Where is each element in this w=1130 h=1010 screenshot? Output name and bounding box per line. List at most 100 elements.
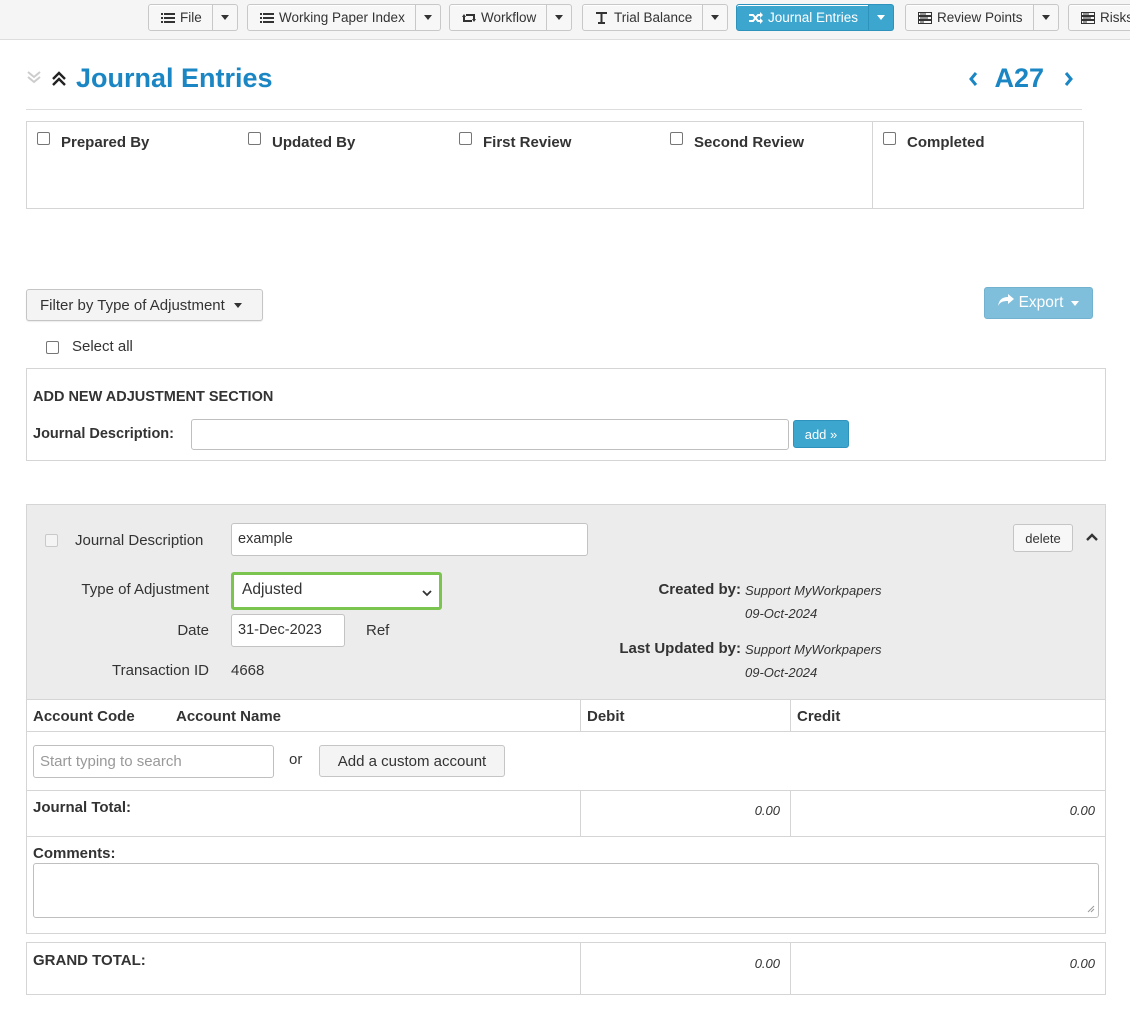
delete-button[interactable]: delete xyxy=(1013,524,1073,552)
prepared-by-checkbox[interactable] xyxy=(37,132,50,145)
select-all-label: Select all xyxy=(72,338,133,355)
journal-header: Journal Description example Type of Adju… xyxy=(27,505,1105,700)
ref-label: Ref xyxy=(366,622,390,639)
type-of-adjustment-value: Adjusted xyxy=(242,581,303,598)
add-journal-description-input[interactable] xyxy=(191,419,789,450)
created-by-name: Support MyWorkpapers xyxy=(745,583,882,598)
select-all[interactable]: Select all xyxy=(46,338,133,355)
working-paper-reference: A27 xyxy=(994,63,1044,93)
list-icon xyxy=(260,12,274,24)
updated-by-checkbox-label[interactable]: Updated By xyxy=(248,132,355,151)
journal-entries-label: Journal Entries xyxy=(768,10,859,25)
workflow-button[interactable]: Workflow xyxy=(449,4,548,31)
or-text: or xyxy=(289,751,303,768)
created-by-date: 09-Oct-2024 xyxy=(745,606,818,621)
journal-description-label: Journal Description xyxy=(75,532,204,549)
chevron-up-icon[interactable] xyxy=(1085,529,1099,546)
filter-by-type-dropdown[interactable]: Filter by Type of Adjustment xyxy=(26,289,263,321)
page-title: Journal Entries xyxy=(76,63,273,93)
working-paper-index-dropdown-toggle[interactable] xyxy=(415,4,441,31)
signoff-panel: Prepared By Updated By First Review Seco… xyxy=(26,121,1084,209)
workflow-menu: Workflow xyxy=(449,4,573,31)
list-icon xyxy=(161,12,175,24)
first-review-checkbox[interactable] xyxy=(459,132,472,145)
tasks-icon xyxy=(1081,11,1095,24)
shuffle-icon xyxy=(749,11,763,24)
debit-header-cell: Debit xyxy=(580,700,790,731)
journal-select-checkbox[interactable] xyxy=(45,534,58,547)
journal-total-debit-cell: 0.00 xyxy=(580,791,790,836)
prepared-by-label: Prepared By xyxy=(61,134,150,151)
date-label: Date xyxy=(177,622,209,639)
working-paper-index-button[interactable]: Working Paper Index xyxy=(247,4,416,31)
completed-checkbox[interactable] xyxy=(883,132,896,145)
tasks-icon xyxy=(918,11,932,24)
trial-balance-button[interactable]: Trial Balance xyxy=(582,4,704,31)
file-button[interactable]: File xyxy=(148,4,213,31)
last-updated-by-label: Last Updated by: xyxy=(619,640,741,657)
second-review-checkbox-label[interactable]: Second Review xyxy=(670,132,805,151)
first-review-label: First Review xyxy=(483,134,572,151)
account-search-row: Start typing to search or Add a custom a… xyxy=(27,732,1105,791)
second-review-checkbox[interactable] xyxy=(670,132,683,145)
caret-down-icon xyxy=(877,15,886,20)
signoff-second-review: Second Review xyxy=(660,122,872,208)
signoff-first-review: First Review xyxy=(449,122,660,208)
add-custom-account-button[interactable]: Add a custom account xyxy=(319,745,505,777)
journal-total-credit-cell: 0.00 xyxy=(790,791,1105,836)
risks-menu: Risks xyxy=(1068,4,1130,31)
journal-entries-dropdown-toggle[interactable] xyxy=(869,4,895,31)
completed-checkbox-label[interactable]: Completed xyxy=(883,132,985,151)
journal-entry-block: Journal Description example Type of Adju… xyxy=(26,504,1106,934)
file-dropdown-toggle[interactable] xyxy=(212,4,238,31)
trial-balance-menu: Trial Balance xyxy=(582,4,729,31)
select-all-checkbox[interactable] xyxy=(46,341,59,354)
grand-total-credit-cell: 0.00 xyxy=(790,943,1105,994)
retweet-icon xyxy=(462,12,476,24)
caret-down-icon xyxy=(1041,15,1050,20)
workflow-label: Workflow xyxy=(481,10,537,25)
journal-table-header: Account Code Account Name Debit Credit xyxy=(27,700,1105,732)
comments-textarea[interactable] xyxy=(33,863,1099,918)
credit-header-cell: Credit xyxy=(790,700,1105,731)
previous-page-icon[interactable] xyxy=(968,72,978,90)
prepared-by-checkbox-label[interactable]: Prepared By xyxy=(37,132,150,151)
debit-header: Debit xyxy=(587,708,625,725)
review-points-menu: Review Points xyxy=(905,4,1059,31)
journal-total-row: Journal Total: 0.00 0.00 xyxy=(27,791,1105,837)
caret-down-icon xyxy=(1071,300,1080,306)
file-label: File xyxy=(180,10,202,25)
file-menu: File xyxy=(148,4,238,31)
resize-handle-icon[interactable] xyxy=(1087,900,1095,917)
last-updated-by-date: 09-Oct-2024 xyxy=(745,665,818,680)
date-input[interactable]: 31-Dec-2023 xyxy=(231,614,345,647)
journal-description-input[interactable]: example xyxy=(231,523,588,556)
export-label: Export xyxy=(1018,294,1064,311)
first-review-checkbox-label[interactable]: First Review xyxy=(459,132,572,151)
created-by-label: Created by: xyxy=(658,581,741,598)
trial-balance-dropdown-toggle[interactable] xyxy=(703,4,729,31)
comments-label: Comments: xyxy=(33,845,116,862)
risks-button[interactable]: Risks xyxy=(1068,4,1130,31)
export-button[interactable]: Export xyxy=(984,287,1093,319)
risks-label: Risks xyxy=(1100,10,1130,25)
second-review-label: Second Review xyxy=(694,134,805,151)
completed-label: Completed xyxy=(907,134,985,151)
caret-down-icon xyxy=(220,15,229,20)
add-section-title: ADD NEW ADJUSTMENT SECTION xyxy=(33,389,274,405)
journal-entries-button[interactable]: Journal Entries xyxy=(736,4,870,31)
share-icon xyxy=(997,294,1014,312)
review-points-dropdown-toggle[interactable] xyxy=(1033,4,1059,31)
journal-total-debit: 0.00 xyxy=(754,803,780,818)
account-search-input[interactable]: Start typing to search xyxy=(33,745,274,778)
workflow-dropdown-toggle[interactable] xyxy=(547,4,573,31)
updated-by-checkbox[interactable] xyxy=(248,132,261,145)
chevron-double-down-icon[interactable] xyxy=(26,70,42,88)
next-page-icon[interactable] xyxy=(1064,72,1074,90)
top-toolbar: File Working Paper Index Workflow Trial … xyxy=(0,0,1130,40)
chevron-double-up-icon[interactable] xyxy=(51,70,67,90)
add-button[interactable]: add » xyxy=(793,420,849,448)
grand-total-label: GRAND TOTAL: xyxy=(33,952,146,969)
type-of-adjustment-select[interactable]: Adjusted xyxy=(231,572,442,610)
review-points-button[interactable]: Review Points xyxy=(905,4,1034,31)
